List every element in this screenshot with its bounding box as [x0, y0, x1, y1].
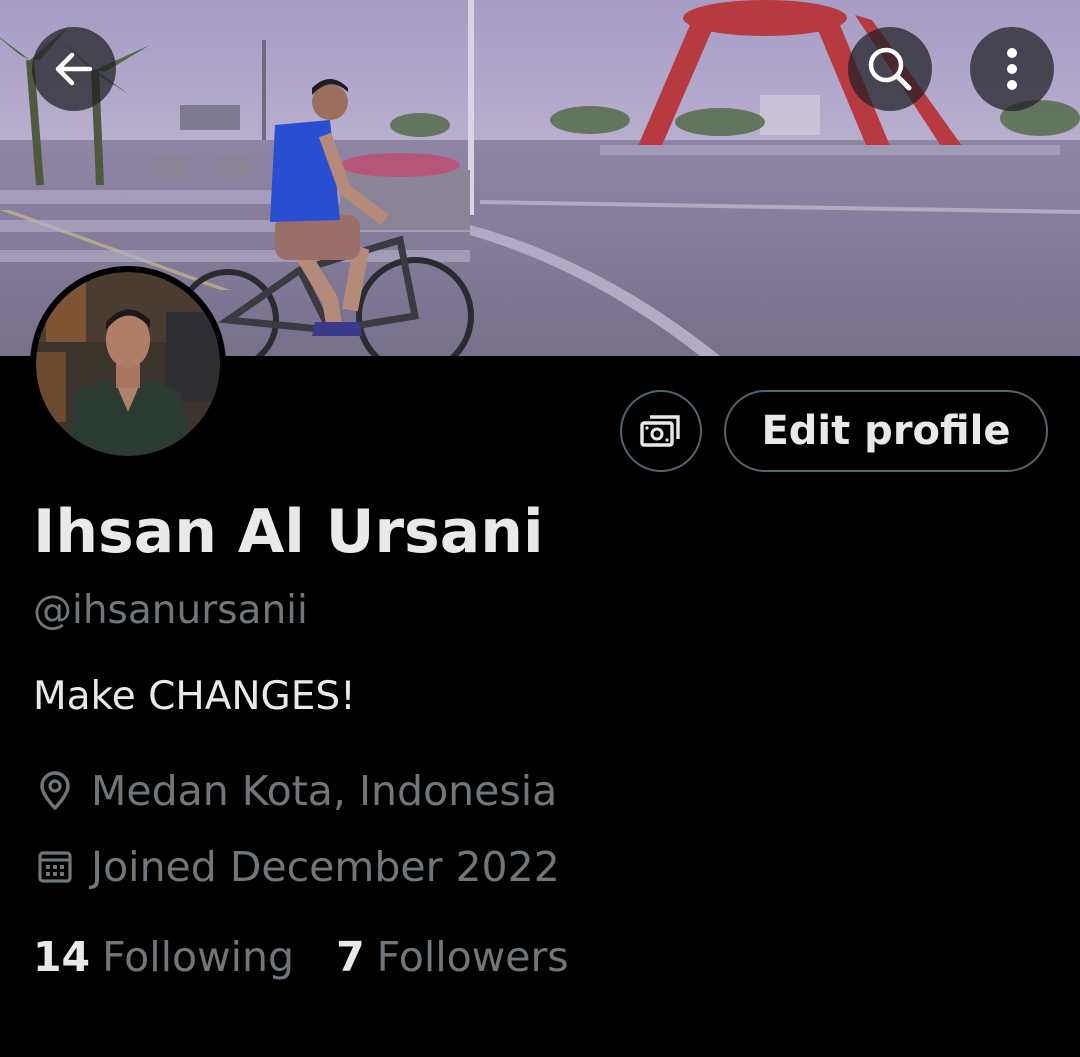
arrow-left-icon [55, 52, 93, 86]
monetization-button[interactable] [620, 390, 702, 472]
profile-bio: Make CHANGES! [33, 674, 356, 719]
search-button[interactable] [848, 27, 932, 111]
display-name: Ihsan Al Ursani [33, 497, 544, 567]
calendar-icon [33, 845, 77, 889]
following-count: 14 [33, 933, 91, 981]
location-pin-icon [33, 769, 77, 813]
user-handle: @ihsanursanii [33, 588, 308, 633]
followers-link[interactable]: 7 Followers [336, 930, 569, 984]
following-link[interactable]: 14 Following [33, 930, 294, 984]
more-vertical-icon [1007, 48, 1017, 90]
search-icon [868, 47, 912, 91]
followers-count: 7 [336, 933, 365, 981]
edit-profile-button[interactable]: Edit profile [724, 390, 1048, 472]
joined-text: Joined December 2022 [91, 843, 560, 891]
money-icon [640, 415, 680, 447]
profile-joined-date: Joined December 2022 [33, 841, 560, 893]
following-label: Following [102, 933, 295, 981]
profile-avatar[interactable] [30, 266, 226, 462]
profile-location: Medan Kota, Indonesia [33, 765, 557, 817]
avatar-image [36, 272, 220, 456]
more-options-button[interactable] [970, 27, 1054, 111]
follow-stats: 14 Following 7 Followers [33, 930, 569, 984]
location-text: Medan Kota, Indonesia [91, 767, 558, 815]
followers-label: Followers [376, 933, 569, 981]
back-button[interactable] [32, 27, 116, 111]
